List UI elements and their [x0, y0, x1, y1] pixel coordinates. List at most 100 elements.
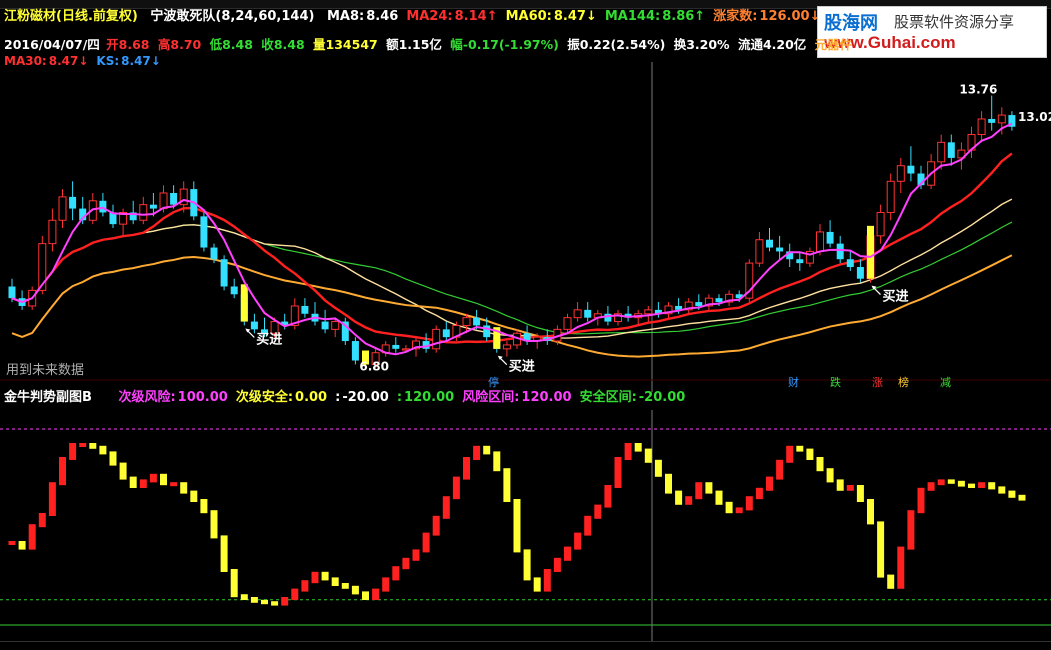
candle	[584, 302, 592, 322]
indicator-bar	[240, 594, 248, 600]
amp-label: 振	[567, 37, 580, 52]
indicator-bar	[685, 496, 693, 505]
indicator-bar	[826, 468, 834, 483]
sub-param-label: :	[335, 390, 341, 405]
indicator-bar	[998, 486, 1006, 494]
svg-text:买进: 买进	[509, 360, 535, 375]
indicator-bar	[190, 490, 198, 502]
event-marker[interactable]: 财	[788, 375, 799, 389]
candle	[886, 173, 895, 221]
sub-chart-title[interactable]: 金牛判势副图B	[4, 390, 92, 405]
sub-param-2: : -20.00	[335, 390, 389, 405]
ma-readout-2: MA60: 8.47↓	[506, 9, 597, 24]
indicator-bar	[59, 457, 66, 486]
sub-indicator-panel[interactable]	[0, 410, 1051, 641]
sub-param-value: 100.00	[177, 390, 228, 405]
indicator-bar	[877, 521, 885, 578]
indicator-bar	[69, 443, 77, 460]
ma-readout-arrow-icon: ↑	[486, 9, 498, 24]
candle	[766, 228, 773, 252]
candle	[967, 126, 976, 158]
candle	[99, 192, 107, 217]
indicator-bar	[654, 459, 662, 477]
indicator-bar	[311, 571, 319, 584]
buy-signal-candle	[867, 225, 874, 279]
candle	[755, 231, 764, 268]
indicator-name[interactable]: 宁波敢死队	[150, 9, 215, 24]
indicator-bar	[584, 515, 592, 536]
indicator-bar	[725, 501, 733, 514]
low-label: 低	[209, 37, 223, 52]
buy-signal-label: 买进	[871, 285, 909, 305]
watermark-slogan: 股票软件资源分享	[894, 13, 1015, 31]
sub-param-3: :120.00	[397, 390, 454, 405]
indicator-bar	[493, 451, 501, 472]
ma-readout-value: 8.14	[454, 9, 487, 24]
indicator-bar	[139, 479, 147, 488]
float-value: 4.20亿	[762, 37, 807, 52]
indicator-bar	[402, 557, 410, 570]
indicator-bar	[856, 485, 864, 502]
sector-label[interactable]: 元器件	[815, 37, 853, 52]
candle	[634, 309, 643, 326]
event-marker[interactable]: 停	[488, 375, 499, 389]
ma24-line	[11, 152, 1013, 344]
indicator-bar	[927, 482, 935, 491]
vol-value: 134547	[325, 37, 378, 52]
ma-readout-label: MA60:	[505, 9, 552, 24]
indicator-bar	[372, 588, 380, 600]
candle	[725, 290, 734, 306]
indicator-bar	[604, 485, 612, 508]
indicator-bar	[978, 482, 986, 488]
indicator-bar	[957, 480, 965, 487]
candle	[805, 247, 814, 268]
indicator-bar	[897, 546, 905, 589]
indicator-bar	[513, 499, 521, 553]
indicator-bar	[543, 569, 551, 592]
sub-param-1: 次级安全: 0.00	[236, 390, 327, 405]
indicator-bar	[210, 510, 218, 539]
stock-name[interactable]: 江粉磁材	[4, 9, 56, 24]
candle	[381, 341, 390, 357]
candle	[69, 181, 77, 221]
ma-readout-arrow-icon: ↑	[694, 9, 706, 24]
indicator-bar	[341, 583, 349, 589]
indicator-bar	[947, 479, 955, 484]
indicator-bar	[200, 499, 208, 514]
indicator-bar	[665, 473, 672, 494]
price-chart-panel[interactable]: 买进买进买进13.766.8013.02用到未来数据停财跌涨榜减	[0, 62, 1051, 392]
candle	[745, 259, 754, 303]
indicator-bar	[28, 524, 36, 550]
ma-readout-value: 8.86	[662, 9, 695, 24]
indicator-bar	[564, 546, 571, 561]
indicator-bar	[230, 569, 238, 598]
indicator-bar	[99, 445, 107, 455]
candle	[1008, 111, 1016, 131]
sub-param-0: 次级风险: 100.00	[118, 390, 227, 405]
indicator-bar	[160, 473, 167, 486]
candle	[684, 298, 693, 314]
bar-date: 2016/04/07/四	[4, 37, 100, 52]
candle	[856, 259, 864, 283]
indicator-bar	[180, 482, 188, 494]
event-marker[interactable]: 减	[940, 376, 951, 389]
indicator-bar	[301, 580, 309, 592]
high-label: 高	[157, 37, 171, 52]
indicator-bar	[836, 479, 844, 491]
low-value: 8.48	[222, 37, 253, 52]
sub-param-label: 次级风险:	[118, 390, 176, 405]
indicator-bar	[442, 496, 450, 519]
ma8-line	[11, 122, 1013, 356]
indicator-bar	[503, 468, 511, 502]
indicator-bar	[816, 457, 824, 472]
candle	[129, 200, 137, 225]
sub-param-label: 次级安全:	[235, 390, 294, 405]
indicator-bar	[483, 445, 491, 455]
event-marker[interactable]: 跌	[830, 375, 841, 389]
event-marker[interactable]: 涨	[872, 376, 883, 389]
indicator-bar	[422, 532, 430, 553]
candle	[644, 305, 653, 322]
event-marker[interactable]: 榜	[898, 375, 909, 389]
buy-signal-candle	[240, 284, 248, 322]
candle	[704, 294, 713, 310]
